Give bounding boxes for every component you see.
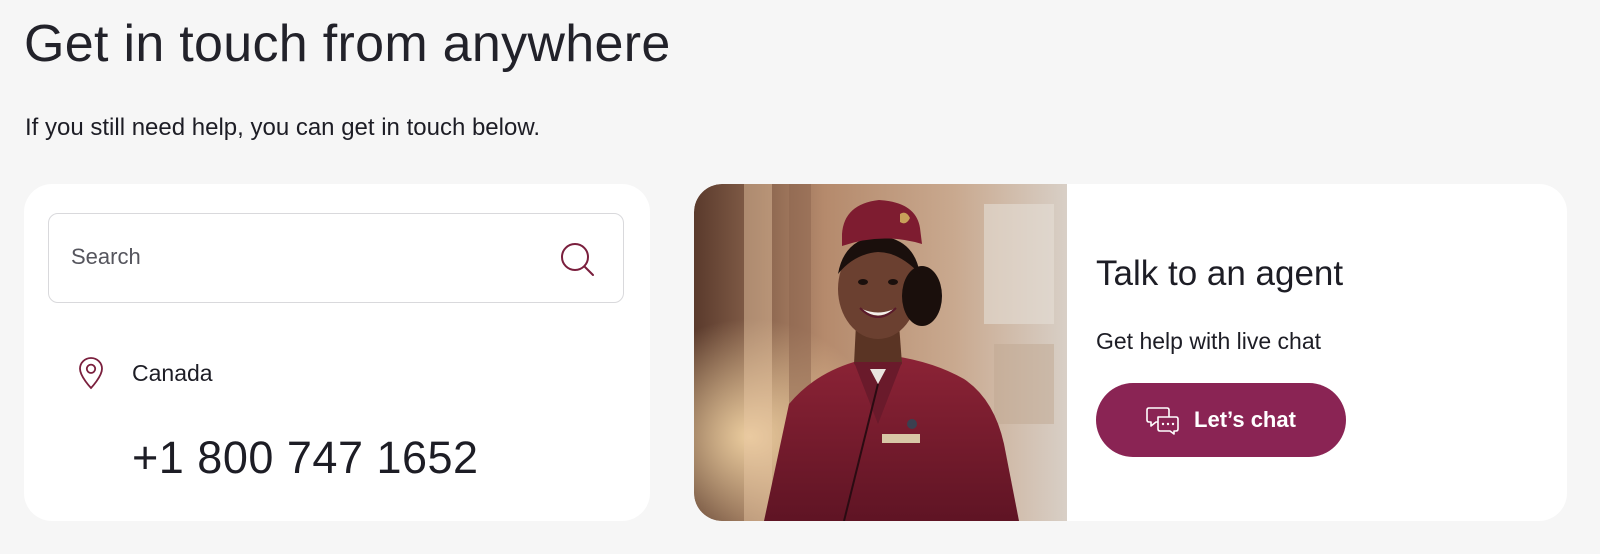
contact-card: Canada +1 800 747 1652 [24,184,650,521]
location-label: Canada [132,359,213,386]
lets-chat-label: Let’s chat [1194,407,1296,432]
lets-chat-button[interactable]: Let’s chat [1096,383,1346,457]
search-box[interactable] [48,213,624,303]
agent-title: Talk to an agent [1096,254,1344,293]
location-pin-icon [79,357,103,390]
page-title: Get in touch from anywhere [24,15,671,73]
phone-number[interactable]: +1 800 747 1652 [132,432,479,484]
agent-card: Talk to an agent Get help with live chat… [694,184,1567,521]
chat-bubbles-icon [1146,407,1179,435]
search-input[interactable] [71,214,541,300]
page-subtitle: If you still need help, you can get in t… [25,114,541,141]
location-row: Canada [78,356,213,390]
flight-attendant-photo [694,184,1067,521]
search-icon[interactable] [559,241,595,277]
agent-description: Get help with live chat [1096,328,1322,354]
